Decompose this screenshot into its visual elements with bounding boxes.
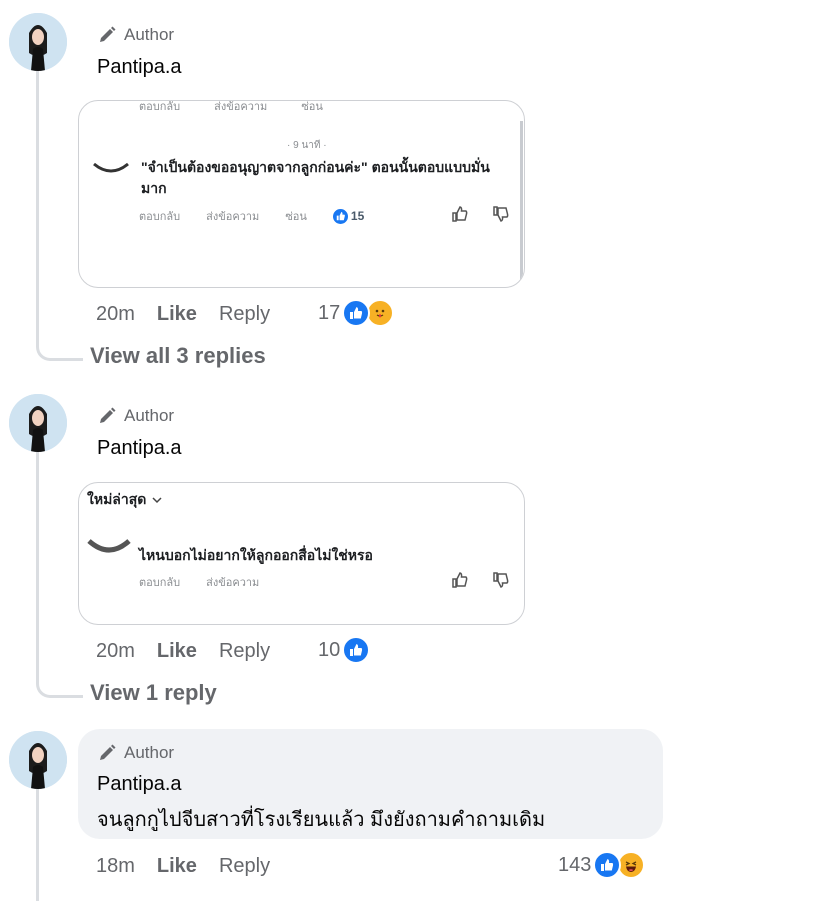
commenter-name[interactable]: Pantipa.a bbox=[97, 437, 182, 460]
sort-dropdown: ใหม่ล่าสุด bbox=[87, 489, 162, 511]
author-badge: Author bbox=[97, 406, 174, 426]
comment-meta: 20m Like Reply bbox=[96, 303, 292, 326]
author-badge: Author bbox=[97, 25, 174, 45]
thread-line bbox=[36, 788, 39, 901]
card-comment-text: ไหนบอกไม่อยากให้ลูกออกสื่อไม่ใช่หรอ bbox=[139, 547, 373, 563]
card-actions: ตอบกลับ ส่งข้อความ bbox=[139, 577, 260, 589]
thread-line bbox=[36, 70, 39, 340]
reply-button[interactable]: Reply bbox=[219, 855, 270, 878]
like-button[interactable]: Like bbox=[157, 303, 197, 326]
like-count-icon bbox=[332, 208, 348, 224]
card-actions: ตอบกลับ ส่งข้อความ ซ่อน 15 bbox=[139, 208, 365, 224]
commenter-name[interactable]: Pantipa.a bbox=[97, 773, 182, 796]
smile-icon bbox=[93, 162, 129, 173]
timestamp[interactable]: 18m bbox=[96, 855, 135, 878]
reaction-count: 10 bbox=[318, 638, 341, 661]
timestamp[interactable]: 20m bbox=[96, 303, 135, 326]
reaction-summary[interactable]: 17 bbox=[318, 299, 395, 327]
timestamp[interactable]: 20m bbox=[96, 640, 135, 663]
comment-text: จนลูกกูไปจีบสาวที่โรงเรียนแล้ว มึงยังถาม… bbox=[97, 809, 546, 831]
reaction-count: 143 bbox=[558, 853, 592, 876]
pencil-icon bbox=[100, 407, 116, 423]
comment-meta: 18m Like Reply bbox=[96, 855, 292, 878]
like-button[interactable]: Like bbox=[157, 855, 197, 878]
haha-reaction-icon bbox=[617, 851, 646, 879]
attached-screenshot[interactable]: ใหม่ล่าสุด ไหนบอกไม่อยากให้ลูกออกสื่อไม่… bbox=[78, 482, 525, 625]
card-top-row: ตอบกลับ ส่งข้อความ ซ่อน bbox=[139, 101, 323, 113]
reply-button[interactable]: Reply bbox=[219, 640, 270, 663]
pencil-icon bbox=[100, 744, 116, 760]
like-reaction-icon bbox=[593, 851, 622, 879]
attached-screenshot[interactable]: ตอบกลับ ส่งข้อความ ซ่อน · 9 นาที · "จำเป… bbox=[78, 100, 525, 288]
like-button[interactable]: Like bbox=[157, 640, 197, 663]
avatar[interactable] bbox=[9, 13, 67, 71]
thumbs-down-icon bbox=[493, 206, 509, 222]
author-badge-label: Author bbox=[124, 25, 175, 44]
chevron-down-icon bbox=[152, 497, 162, 504]
thread-elbow bbox=[36, 336, 83, 361]
reply-button[interactable]: Reply bbox=[219, 303, 270, 326]
thread-elbow bbox=[36, 673, 83, 698]
comment-meta: 20m Like Reply bbox=[96, 640, 292, 663]
commenter-thumbnail bbox=[87, 539, 131, 553]
reaction-count: 17 bbox=[318, 301, 341, 324]
card-scrollbar bbox=[520, 121, 523, 281]
commenter-name[interactable]: Pantipa.a bbox=[97, 56, 182, 79]
author-badge-label: Author bbox=[124, 406, 175, 425]
view-replies-link[interactable]: View 1 reply bbox=[90, 680, 217, 706]
thumbs-down-icon bbox=[493, 572, 509, 588]
care-reaction-icon bbox=[366, 299, 395, 327]
reaction-summary[interactable]: 143 bbox=[558, 851, 646, 879]
like-reaction-icon bbox=[342, 636, 371, 664]
avatar[interactable] bbox=[9, 731, 67, 789]
avatar[interactable] bbox=[9, 394, 67, 452]
like-reaction-icon bbox=[342, 299, 371, 327]
pencil-icon bbox=[100, 26, 116, 42]
thumbs-up-icon bbox=[452, 572, 468, 588]
author-badge-label: Author bbox=[124, 743, 175, 762]
thumbs-up-icon bbox=[452, 206, 468, 222]
card-time: · 9 นาที · bbox=[287, 140, 327, 151]
reaction-summary[interactable]: 10 bbox=[318, 636, 371, 664]
thread-line bbox=[36, 452, 39, 677]
author-badge: Author bbox=[97, 743, 174, 763]
view-replies-link[interactable]: View all 3 replies bbox=[90, 343, 266, 369]
card-comment-text: "จำเป็นต้องขออนุญาตจากลูกก่อนค่ะ" ตอนนั้… bbox=[141, 159, 490, 196]
